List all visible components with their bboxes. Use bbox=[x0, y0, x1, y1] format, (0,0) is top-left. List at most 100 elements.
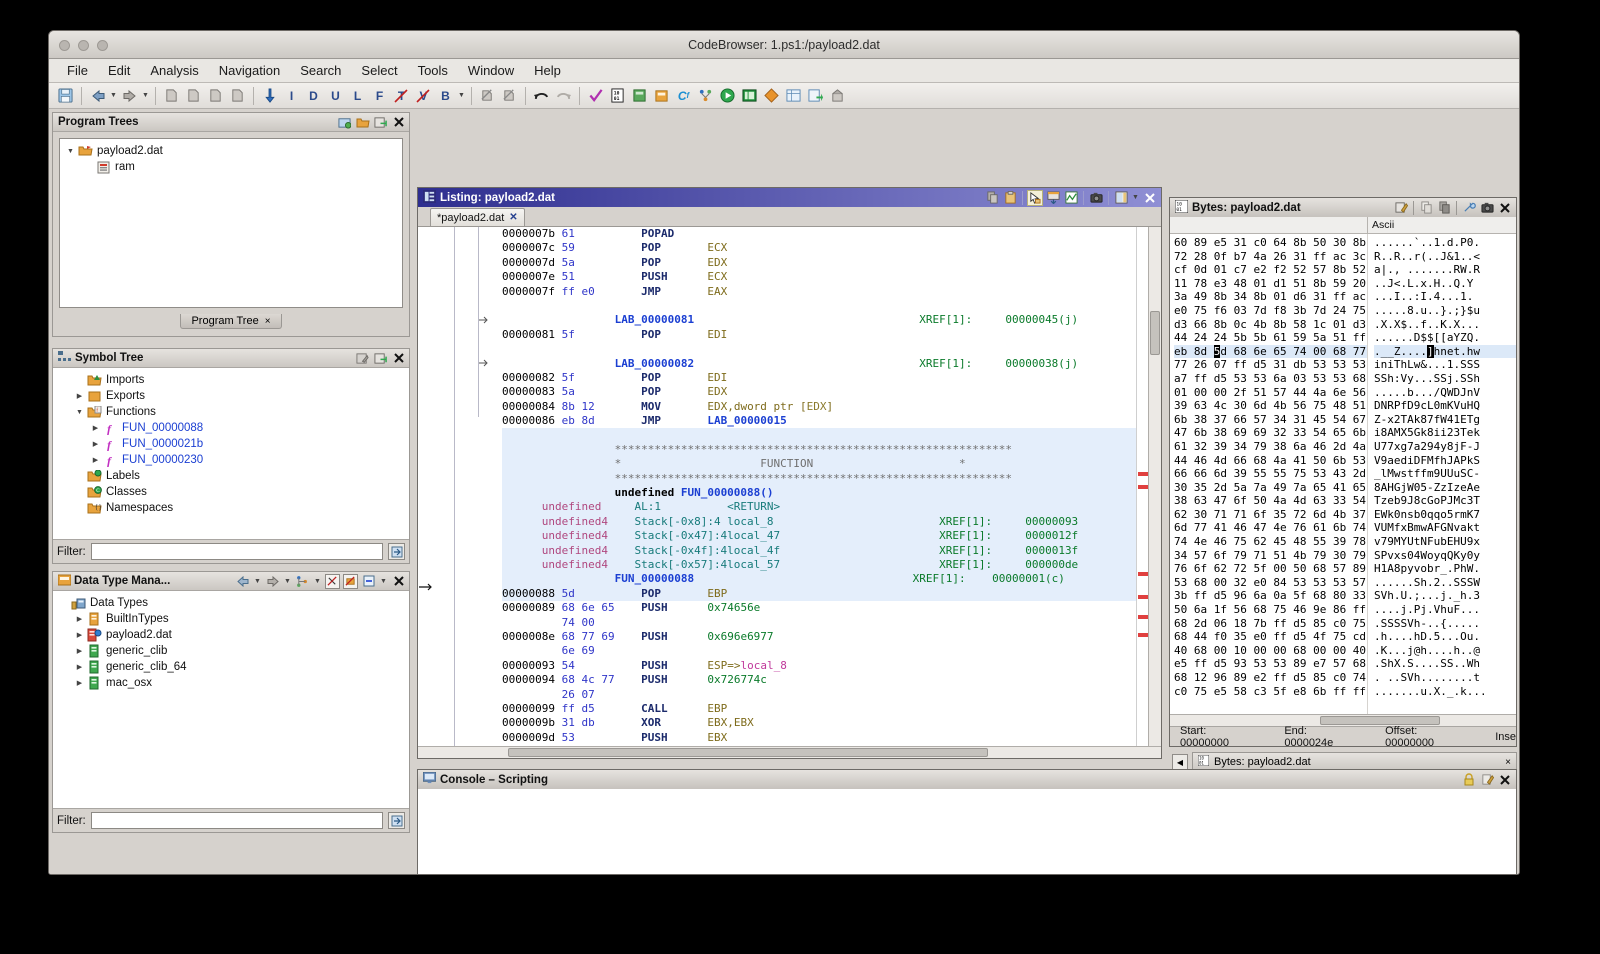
edit-bytes-icon[interactable] bbox=[1393, 200, 1409, 216]
bytes-content[interactable]: 60 89 e5 31 c0 64 8b 50 30 8b 72 28 0f b7… bbox=[1170, 234, 1516, 714]
back-icon[interactable] bbox=[235, 574, 250, 589]
hex-row[interactable]: 68 2d 06 18 7b ff d5 85 c0 75 bbox=[1174, 617, 1367, 631]
menu-edit[interactable]: Edit bbox=[98, 61, 140, 80]
open-folder-icon[interactable] bbox=[355, 115, 370, 130]
ascii-row[interactable]: .......u.X._.k... bbox=[1374, 685, 1516, 699]
settings-wrench-icon[interactable] bbox=[1461, 200, 1477, 216]
hex-row[interactable]: cf 0d 01 c7 e2 f2 52 57 8b 52 bbox=[1174, 263, 1367, 277]
ascii-row[interactable]: U77xg7a294y8jF-J bbox=[1374, 440, 1516, 454]
ascii-row[interactable]: .ShX.S....SS..Wh bbox=[1374, 657, 1516, 671]
expand-twisty-icon[interactable]: ▶ bbox=[89, 424, 102, 432]
ascii-row[interactable]: DNRPfD9cL0mKVuHQ bbox=[1374, 399, 1516, 413]
hex-bytes-column[interactable]: 60 89 e5 31 c0 64 8b 50 30 8b 72 28 0f b7… bbox=[1170, 234, 1368, 714]
hex-row[interactable]: 77 26 07 ff d5 31 db 53 53 53 bbox=[1174, 358, 1367, 372]
expand-twisty-icon[interactable]: ▶ bbox=[89, 456, 102, 464]
filter-pointers-icon[interactable] bbox=[325, 573, 340, 589]
listing-menu-caret-icon[interactable]: ▼ bbox=[1131, 194, 1140, 201]
tab-program-tree-close-icon[interactable]: × bbox=[265, 316, 271, 327]
call-tree-icon[interactable] bbox=[695, 86, 716, 106]
menu-help[interactable]: Help bbox=[524, 61, 571, 80]
data-type-filter-input[interactable] bbox=[90, 812, 383, 829]
hex-row[interactable]: 40 68 00 10 00 00 68 00 00 40 bbox=[1174, 644, 1367, 658]
ascii-row[interactable]: Z-x2TAk87fW41ETg bbox=[1374, 413, 1516, 427]
tree-row-ram[interactable]: ram bbox=[60, 159, 402, 175]
symbol-tree-item-fun-00000088[interactable]: ▶ f FUN_00000088 bbox=[53, 420, 409, 436]
expand-twisty-icon[interactable]: ▶ bbox=[89, 440, 102, 448]
data-type-item-builtintypes[interactable]: ▶ BuiltInTypes bbox=[53, 611, 409, 627]
detach-window-icon[interactable] bbox=[373, 115, 388, 130]
tree-row-payload2[interactable]: ▼ payload2.dat bbox=[60, 143, 402, 159]
prev-data-icon[interactable] bbox=[205, 86, 226, 106]
tree-actions-caret-icon[interactable]: ▼ bbox=[313, 578, 322, 585]
expand-twisty-icon[interactable]: ▼ bbox=[64, 148, 77, 155]
redo-icon[interactable] bbox=[553, 86, 574, 106]
menu-navigation[interactable]: Navigation bbox=[209, 61, 290, 80]
expand-twisty-icon[interactable]: ▶ bbox=[73, 392, 86, 400]
symbol-tree-item-labels[interactable]: Labels bbox=[53, 468, 409, 484]
ascii-row[interactable]: ..J<.L.x.H..Q.Y bbox=[1374, 277, 1516, 291]
diff-icon[interactable] bbox=[761, 86, 782, 106]
hex-row[interactable]: 6b 38 37 66 57 34 31 45 54 67 bbox=[1174, 413, 1367, 427]
bytes-horizontal-scrollbar[interactable] bbox=[1170, 714, 1516, 726]
memory-map-icon[interactable] bbox=[629, 86, 650, 106]
minitab-scroll-left-icon[interactable]: ◀ bbox=[1172, 754, 1188, 770]
hex-row[interactable]: 38 63 47 6f 50 4a 4d 63 33 54 bbox=[1174, 494, 1367, 508]
ascii-row[interactable]: .X.X$..f..K.X... bbox=[1374, 318, 1516, 332]
data-type-item-generic-clib[interactable]: ▶ generic_clib bbox=[53, 643, 409, 659]
hex-row[interactable]: 01 00 00 2f 51 57 44 4a 6e 56 bbox=[1174, 386, 1367, 400]
hex-row[interactable]: 11 78 e3 48 01 d1 51 8b 59 20 bbox=[1174, 277, 1367, 291]
back-dropdown-caret-icon[interactable]: ▼ bbox=[253, 578, 262, 585]
toolbar-letter-t-strike[interactable]: T bbox=[391, 86, 412, 106]
hex-row[interactable]: 60 89 e5 31 c0 64 8b 50 30 8b bbox=[1174, 236, 1367, 250]
copy-icon[interactable] bbox=[1418, 200, 1434, 216]
program-tree[interactable]: ▼ payload2.dat ram bbox=[60, 139, 402, 175]
run-script-icon[interactable] bbox=[717, 86, 738, 106]
hex-row[interactable]: 44 46 4d 66 68 4a 41 50 6b 53 bbox=[1174, 454, 1367, 468]
toolbar-letter-u[interactable]: U bbox=[325, 86, 346, 106]
symbol-table-icon[interactable] bbox=[783, 86, 804, 106]
hex-row[interactable]: e5 ff d5 93 53 53 89 e7 57 68 bbox=[1174, 657, 1367, 671]
hex-row[interactable]: 66 66 6d 39 55 55 75 53 43 2d bbox=[1174, 467, 1367, 481]
panel-menu-caret-icon[interactable]: ▼ bbox=[379, 578, 388, 585]
hex-row[interactable]: 34 57 6f 79 71 51 4b 79 30 79 bbox=[1174, 549, 1367, 563]
hex-row[interactable]: 72 28 0f b7 4a 26 31 ff ac 3c bbox=[1174, 250, 1367, 264]
next-data-icon[interactable] bbox=[227, 86, 248, 106]
data-type-item-payload2-dat[interactable]: ▶ payload2.dat bbox=[53, 627, 409, 643]
ascii-row[interactable]: ......D$$[[aYZQ. bbox=[1374, 331, 1516, 345]
expand-twisty-icon[interactable]: ▶ bbox=[73, 663, 86, 671]
snapshot-table-icon[interactable] bbox=[1045, 190, 1061, 206]
edit-fields-icon[interactable] bbox=[1113, 190, 1129, 206]
save-icon[interactable] bbox=[55, 86, 76, 106]
close-panel-icon[interactable] bbox=[391, 351, 406, 366]
tab-payload2-dat[interactable]: *payload2.dat ✕ bbox=[430, 208, 525, 226]
camera-snapshot-icon[interactable] bbox=[1088, 190, 1104, 206]
ascii-row[interactable]: VUMfxBmwAFGNvakt bbox=[1374, 521, 1516, 535]
hex-row[interactable]: d3 66 8b 0c 4b 8b 58 1c 01 d3 bbox=[1174, 318, 1367, 332]
data-type-manager-icon[interactable] bbox=[651, 86, 672, 106]
listing-marker-margin[interactable] bbox=[1136, 227, 1148, 746]
expand-twisty-icon[interactable]: ▶ bbox=[73, 631, 86, 639]
down-arrow-icon[interactable] bbox=[259, 86, 280, 106]
ascii-row[interactable]: ......`..1.d.P0. bbox=[1374, 236, 1516, 250]
hex-row[interactable]: e0 75 f6 03 7d f8 3b 7d 24 75 bbox=[1174, 304, 1367, 318]
minitab-close-icon[interactable]: × bbox=[1505, 757, 1511, 768]
bytes-hscroll-thumb[interactable] bbox=[1320, 716, 1440, 725]
expand-twisty-icon[interactable]: ▶ bbox=[73, 647, 86, 655]
collapse-all-icon[interactable] bbox=[361, 574, 376, 589]
clear-with-options-icon[interactable] bbox=[499, 86, 520, 106]
toolbar-b-dropdown-caret-icon[interactable]: ▼ bbox=[457, 92, 466, 99]
hex-row[interactable]: 44 24 24 5b 5b 61 59 5a 51 ff bbox=[1174, 331, 1367, 345]
ascii-row[interactable]: ...I..:I.4...1. bbox=[1374, 290, 1516, 304]
copy-icon[interactable] bbox=[984, 190, 1000, 206]
expand-twisty-icon[interactable]: ▶ bbox=[73, 615, 86, 623]
maximize-window-button[interactable] bbox=[97, 40, 108, 51]
hex-row[interactable]: 6d 77 41 46 47 4e 76 61 6b 74 bbox=[1174, 521, 1367, 535]
ascii-row[interactable]: .....8.u..}.;}$u bbox=[1374, 304, 1516, 318]
bookmark-marker[interactable] bbox=[1138, 572, 1148, 576]
symbol-tree-item-exports[interactable]: ▶ Exports bbox=[53, 388, 409, 404]
symbol-tree-item-functions[interactable]: ▼ f Functions bbox=[53, 404, 409, 420]
data-type-item-generic-clib-64[interactable]: ▶ generic_clib_64 bbox=[53, 659, 409, 675]
data-type-item-data types[interactable]: Data Types bbox=[53, 595, 409, 611]
create-folder-icon[interactable] bbox=[337, 115, 352, 130]
filter-arrays-icon[interactable] bbox=[343, 573, 358, 589]
